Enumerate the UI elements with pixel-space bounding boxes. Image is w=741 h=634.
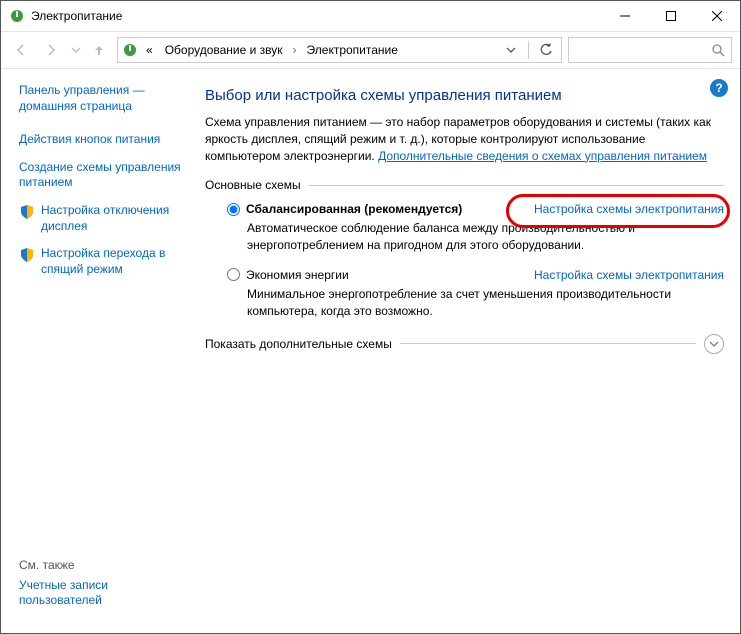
recent-dropdown[interactable] <box>69 38 83 62</box>
sidebar-home-link[interactable]: Панель управления — домашняя страница <box>19 83 189 114</box>
breadcrumb-item[interactable]: Электропитание <box>303 43 402 57</box>
plan-label[interactable]: Сбалансированная (рекомендуется) <box>246 202 462 216</box>
plan-label[interactable]: Экономия энергии <box>246 268 349 282</box>
back-button[interactable] <box>9 38 33 62</box>
radio-balanced[interactable] <box>227 203 240 216</box>
close-button[interactable] <box>694 1 740 31</box>
minimize-button[interactable] <box>602 1 648 31</box>
expand-additional-plans[interactable]: Показать дополнительные схемы <box>205 337 392 351</box>
sidebar-link-sleep[interactable]: Настройка перехода в спящий режим <box>41 246 189 277</box>
shield-icon <box>19 204 35 220</box>
sidebar-link-create-plan[interactable]: Создание схемы управления питанием <box>19 160 189 191</box>
search-input[interactable] <box>568 37 732 63</box>
help-button[interactable]: ? <box>710 79 728 97</box>
breadcrumb-prefix: « <box>142 43 157 57</box>
address-bar[interactable]: « Оборудование и звук › Электропитание <box>117 37 562 63</box>
change-plan-settings-link[interactable]: Настройка схемы электропитания <box>534 268 724 282</box>
sidebar-link-button-actions[interactable]: Действия кнопок питания <box>19 132 160 148</box>
power-plan-balanced: Сбалансированная (рекомендуется) Настрой… <box>227 202 724 254</box>
shield-icon <box>19 247 35 263</box>
forward-button[interactable] <box>39 38 63 62</box>
plan-description: Автоматическое соблюдение баланса между … <box>247 220 724 254</box>
breadcrumb-item[interactable]: Оборудование и звук <box>161 43 287 57</box>
sidebar-link-user-accounts[interactable]: Учетные записи пользователей <box>19 578 189 609</box>
plan-description: Минимальное энергопотребление за счет ум… <box>247 286 724 320</box>
radio-powersaver[interactable] <box>227 268 240 281</box>
see-also-label: См. также <box>19 558 189 572</box>
chevron-right-icon: › <box>291 43 299 57</box>
address-dropdown[interactable] <box>500 39 522 61</box>
window-title: Электропитание <box>31 9 122 23</box>
learn-more-link[interactable]: Дополнительные сведения о схемах управле… <box>378 149 707 163</box>
sidebar-link-display-off[interactable]: Настройка отключения дисплея <box>41 203 189 234</box>
maximize-button[interactable] <box>648 1 694 31</box>
search-icon <box>711 43 725 57</box>
power-options-icon <box>9 8 25 24</box>
page-heading: Выбор или настройка схемы управления пит… <box>205 87 724 104</box>
power-options-icon <box>122 42 138 58</box>
chevron-down-icon[interactable] <box>704 334 724 354</box>
up-button[interactable] <box>89 38 109 62</box>
section-title-primary-plans: Основные схемы <box>205 178 301 192</box>
page-description: Схема управления питанием — это набор па… <box>205 114 724 164</box>
power-plan-powersaver: Экономия энергии Настройка схемы электро… <box>227 268 724 320</box>
refresh-button[interactable] <box>535 39 557 61</box>
change-plan-settings-link[interactable]: Настройка схемы электропитания <box>534 202 724 216</box>
